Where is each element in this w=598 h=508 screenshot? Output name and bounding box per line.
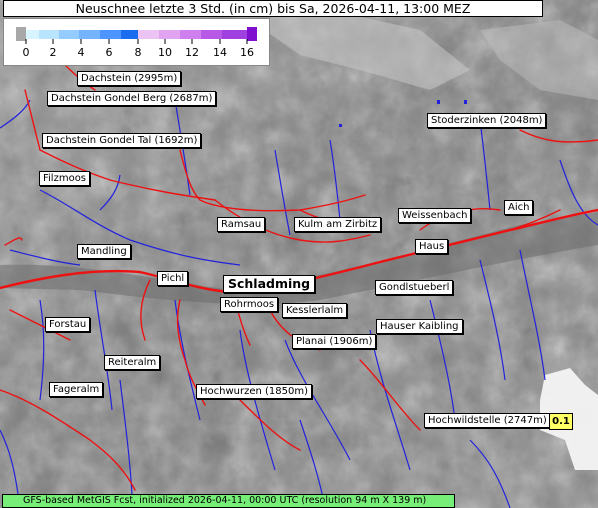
lake (339, 124, 342, 127)
place-schladming[interactable]: Schladming (223, 275, 316, 293)
place-kesslerlalm[interactable]: Kesslerlalm (282, 303, 348, 318)
legend-tick: 8 (134, 46, 142, 59)
legend-tick: 6 (105, 46, 113, 59)
place-mandling[interactable]: Mandling (77, 244, 131, 259)
legend-tick: 16 (240, 46, 254, 59)
legend-swatch (79, 30, 100, 39)
legend-swatch-low (16, 27, 26, 41)
place-filzmoos[interactable]: Filzmoos (39, 171, 91, 186)
legend-tick: 0 (22, 46, 30, 59)
lake (464, 100, 467, 104)
place-dachstein-gondel-berg[interactable]: Dachstein Gondel Berg (2687m) (47, 91, 217, 106)
place-haus[interactable]: Haus (415, 239, 449, 254)
place-reiteralm[interactable]: Reiteralm (104, 355, 161, 370)
legend-swatch-high (247, 27, 257, 41)
legend-swatch (100, 30, 121, 39)
place-pichl[interactable]: Pichl (157, 271, 189, 286)
snow-legend: 0 2 4 6 8 10 12 14 16 (3, 18, 270, 66)
place-hauser-kaibling[interactable]: Hauser Kaibling (376, 319, 463, 334)
model-info-footer: GFS-based MetGIS Fcst, initialized 2026-… (2, 494, 455, 508)
map[interactable]: Neuschnee letzte 3 Std. (in cm) bis Sa, … (0, 0, 598, 508)
place-gondlstueberl[interactable]: Gondlstueberl (375, 280, 454, 295)
place-dachstein-gondel-tal[interactable]: Dachstein Gondel Tal (1692m) (42, 133, 202, 148)
place-fageralm[interactable]: Fageralm (49, 382, 104, 397)
place-weissenbach[interactable]: Weissenbach (398, 208, 472, 223)
place-planai[interactable]: Planai (1906m) (292, 334, 377, 349)
place-dachstein[interactable]: Dachstein (2995m) (77, 71, 182, 86)
legend-swatch (26, 30, 39, 39)
legend-ticks-lines (25, 39, 248, 44)
place-rohrmoos[interactable]: Rohrmoos (220, 297, 279, 312)
legend-tick: 12 (185, 46, 199, 59)
lake (437, 100, 440, 104)
legend-swatch (222, 30, 247, 39)
place-aich[interactable]: Aich (504, 200, 534, 215)
snow-value-badge: 0.1 (549, 413, 573, 430)
legend-swatch (138, 30, 159, 39)
legend-swatch (59, 30, 79, 39)
place-kulm-am-zirbitz[interactable]: Kulm am Zirbitz (294, 217, 382, 232)
legend-tick: 2 (49, 46, 57, 59)
place-ramsau[interactable]: Ramsau (217, 217, 266, 232)
place-stoderzinken[interactable]: Stoderzinken (2048m) (427, 113, 547, 128)
legend-swatch (180, 30, 201, 39)
legend-tick: 14 (213, 46, 227, 59)
place-hochwildstelle[interactable]: Hochwildstelle (2747m) (424, 413, 551, 428)
map-title: Neuschnee letzte 3 Std. (in cm) bis Sa, … (3, 0, 543, 17)
legend-swatch (201, 30, 222, 39)
legend-swatch (39, 30, 59, 39)
legend-tick-labels: 0 2 4 6 8 10 12 14 16 (4, 46, 271, 60)
place-hochwurzen[interactable]: Hochwurzen (1850m) (196, 384, 313, 399)
legend-tick: 10 (158, 46, 172, 59)
legend-tick: 4 (77, 46, 85, 59)
place-forstau[interactable]: Forstau (45, 317, 91, 332)
legend-swatch (159, 30, 180, 39)
legend-colorbar (16, 27, 257, 44)
legend-swatch (121, 30, 138, 39)
